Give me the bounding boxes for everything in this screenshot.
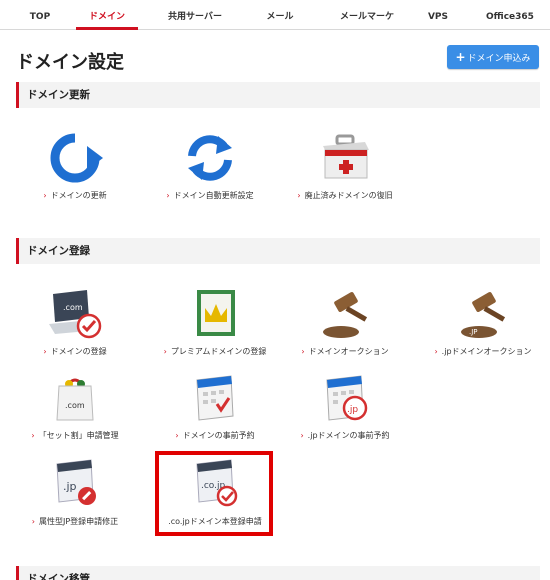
- item-label: ドメイン自動更新設定: [173, 191, 254, 200]
- item-jp-auction[interactable]: .JP › .jpドメインオークション: [418, 288, 548, 368]
- laptop-com-icon: .com: [49, 290, 102, 339]
- top-nav-tabs: TOP ドメイン 共用サーバー メール メールマーケ VPS Office365: [0, 0, 550, 30]
- item-pre-reserve[interactable]: › ドメインの事前予約: [150, 372, 280, 452]
- gavel-icon: [323, 292, 368, 338]
- item-restore-domain[interactable]: › 廃止済みドメインの復旧: [280, 132, 410, 212]
- svg-text:.com: .com: [65, 401, 85, 410]
- item-domain-register[interactable]: .com › ドメインの登録: [10, 288, 140, 368]
- auto-renew-icon: [188, 135, 232, 181]
- calendar-jp-icon: .jp: [326, 375, 368, 421]
- item-label: ドメインの事前予約: [182, 431, 255, 440]
- section-header-registration: ドメイン登録: [16, 238, 540, 264]
- item-label: プレミアムドメインの登録: [170, 347, 267, 356]
- item-label: .jpドメインの事前予約: [307, 431, 390, 440]
- premium-crown-icon: [197, 290, 235, 336]
- calendar-check-icon: [196, 375, 234, 421]
- jp-window-edit-icon: .jp: [56, 459, 96, 505]
- page-title: ドメイン設定: [16, 52, 124, 73]
- svg-text:.com: .com: [63, 303, 83, 312]
- highlight-box: [155, 451, 273, 536]
- item-label: ドメインオークション: [308, 347, 389, 356]
- item-label: .jpドメインオークション: [441, 347, 532, 356]
- svg-text:.jp: .jp: [63, 480, 77, 493]
- renew-icon: [50, 133, 103, 183]
- item-label: ドメインの更新: [50, 191, 107, 200]
- svg-text:.jp: .jp: [347, 405, 358, 415]
- tab-domain[interactable]: ドメイン: [76, 0, 138, 30]
- item-jp-pre-reserve[interactable]: .jp › .jpドメインの事前予約: [280, 372, 410, 452]
- item-premium-register[interactable]: › プレミアムドメインの登録: [150, 288, 280, 368]
- tab-vps[interactable]: VPS: [416, 0, 460, 30]
- tab-mail-marketing[interactable]: メールマーケ: [328, 0, 406, 30]
- item-domain-auction[interactable]: › ドメインオークション: [280, 288, 410, 368]
- item-label: 属性型JP登録申請修正: [39, 517, 119, 526]
- domain-apply-label: ドメイン申込み: [467, 54, 531, 64]
- shopping-bag-icon: .com: [56, 378, 94, 421]
- item-label: ドメインの登録: [50, 347, 107, 356]
- first-aid-icon: [323, 134, 369, 179]
- tab-shared-server[interactable]: 共用サーバー: [158, 0, 232, 30]
- item-set-discount[interactable]: .com › 「セット割」申請管理: [10, 372, 140, 452]
- item-jp-attribute-edit[interactable]: .jp › 属性型JP登録申請修正: [10, 458, 140, 538]
- domain-apply-button[interactable]: + ドメイン申込み: [447, 45, 539, 69]
- section-header-transfer: ドメイン移管: [16, 566, 540, 580]
- plus-icon: +: [455, 50, 466, 64]
- item-domain-renewal[interactable]: › ドメインの更新: [10, 132, 140, 212]
- svg-text:.JP: .JP: [469, 328, 478, 336]
- gavel-jp-icon: .JP: [461, 292, 506, 338]
- tab-mail[interactable]: メール: [252, 0, 308, 30]
- item-label: 「セット割」申請管理: [38, 431, 119, 440]
- item-label: 廃止済みドメインの復旧: [304, 191, 393, 200]
- section-header-renewal: ドメイン更新: [16, 82, 540, 108]
- tab-top[interactable]: TOP: [18, 0, 62, 30]
- tab-office365[interactable]: Office365: [478, 0, 542, 30]
- item-auto-renewal[interactable]: › ドメイン自動更新設定: [145, 132, 275, 212]
